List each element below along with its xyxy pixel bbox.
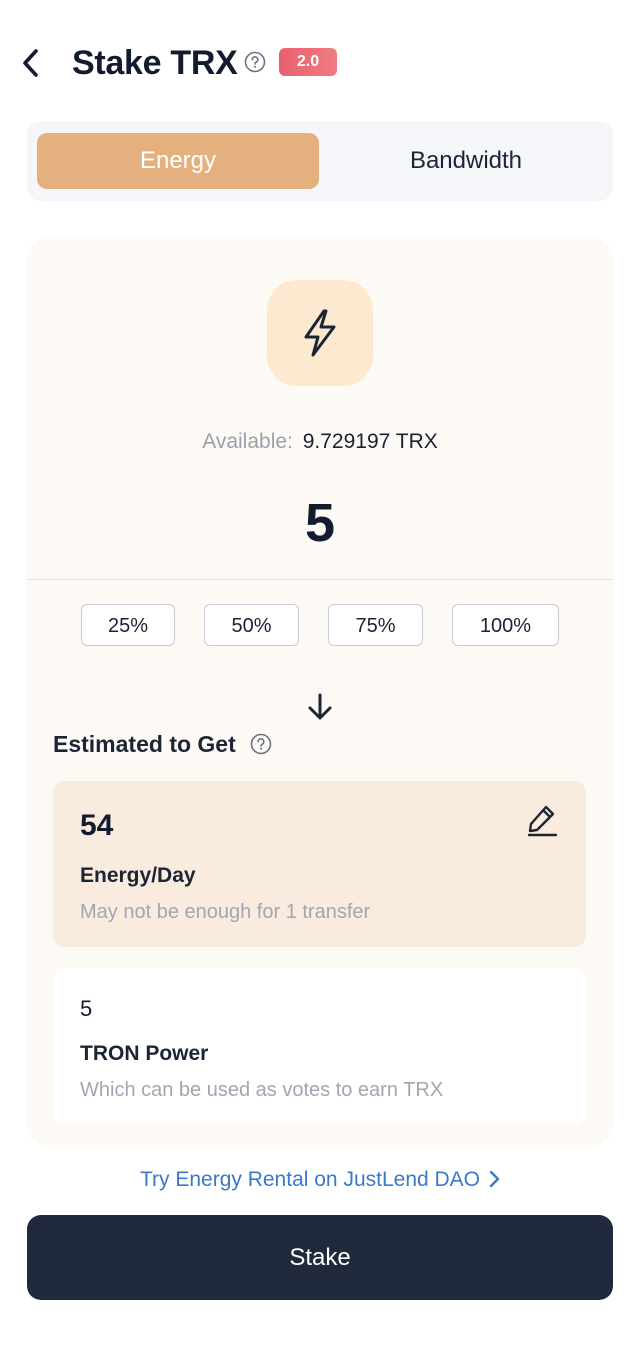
- energy-rental-link-label: Try Energy Rental on JustLend DAO: [139, 1168, 481, 1191]
- percent-25-button[interactable]: 25%: [81, 604, 175, 646]
- divider: [27, 579, 613, 580]
- available-label: Available:: [202, 430, 293, 453]
- tab-energy[interactable]: Energy: [37, 133, 319, 189]
- energy-unit: Energy/Day: [80, 864, 196, 887]
- version-badge: 2.0: [279, 48, 337, 76]
- help-icon: [244, 51, 266, 73]
- estimated-title: Estimated to Get: [53, 731, 236, 757]
- energy-icon-badge: [267, 280, 373, 386]
- edit-pencil-icon: [527, 805, 558, 837]
- available-value: 9.729197 TRX: [302, 430, 438, 453]
- available-balance: Available: 9.729197 TRX: [0, 430, 640, 454]
- energy-note: May not be enough for 1 transfer: [80, 901, 371, 923]
- chevron-right-icon: [489, 1170, 500, 1188]
- stake-amount-input[interactable]: 5: [0, 488, 640, 558]
- tab-bandwidth[interactable]: Bandwidth: [325, 133, 607, 189]
- back-button[interactable]: [14, 44, 48, 82]
- percent-100-button[interactable]: 100%: [452, 604, 559, 646]
- back-arrow-icon: [23, 49, 38, 77]
- percent-75-button[interactable]: 75%: [328, 604, 423, 646]
- tron-power-unit: TRON Power: [80, 1042, 209, 1065]
- tron-power-note: Which can be used as votes to earn TRX: [80, 1079, 444, 1101]
- energy-rental-link[interactable]: Try Energy Rental on JustLend DAO: [0, 1166, 640, 1194]
- page-title: Stake TRX: [72, 44, 238, 82]
- resource-tabs: Energy Bandwidth: [27, 121, 613, 201]
- energy-value: 54: [80, 809, 114, 842]
- edit-energy-button[interactable]: [525, 802, 559, 838]
- percent-50-button[interactable]: 50%: [204, 604, 299, 646]
- title-help-button[interactable]: [244, 51, 266, 78]
- stake-button[interactable]: Stake: [27, 1215, 613, 1300]
- help-icon: [250, 733, 272, 755]
- tron-power-value: 5: [80, 996, 93, 1021]
- estimate-help-button[interactable]: [250, 733, 272, 760]
- arrow-down-icon: [308, 693, 332, 720]
- lightning-bolt-icon: [304, 309, 336, 357]
